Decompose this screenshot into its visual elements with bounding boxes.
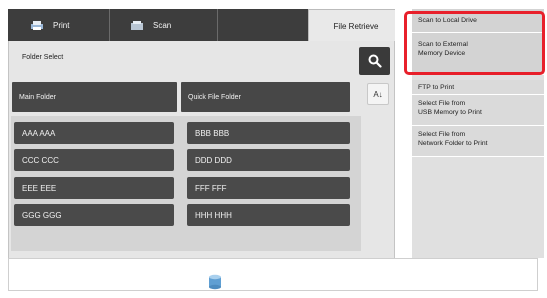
file-retrieve-panel: Folder Select Main Folder Quick File Fol…	[8, 41, 395, 258]
database-icon[interactable]	[208, 274, 222, 290]
ftp-to-print-button[interactable]: FTP to Print	[412, 80, 544, 95]
main-folder-label: Main Folder	[19, 93, 56, 101]
folder-item[interactable]: DDD DDD	[187, 149, 350, 171]
tab-bar: Print Scan File Retrieve	[8, 9, 403, 42]
folder-item-label: BBB BBB	[195, 128, 230, 138]
folder-item[interactable]: FFF FFF	[187, 177, 350, 199]
folder-item-label: HHH HHH	[195, 210, 232, 220]
folder-list: AAA AAA BBB BBB CCC CCC DDD DDD EEE EEE …	[11, 116, 361, 251]
folder-item-label: GGG GGG	[22, 210, 62, 220]
printer-icon	[30, 20, 44, 31]
tab-file-retrieve-label: File Retrieve	[333, 21, 379, 31]
folder-item[interactable]: EEE EEE	[14, 177, 174, 199]
folder-item-label: DDD DDD	[195, 155, 232, 165]
tab-print[interactable]: Print	[8, 9, 110, 42]
main-folder-button[interactable]: Main Folder	[12, 82, 177, 112]
folder-item[interactable]: GGG GGG	[14, 204, 174, 226]
quick-file-folder-button[interactable]: Quick File Folder	[181, 82, 350, 112]
ftp-to-print-label: FTP to Print	[418, 84, 455, 91]
folder-item-label: CCC CCC	[22, 155, 59, 165]
bottom-bar	[8, 258, 538, 291]
folder-select-label: Folder Select	[22, 54, 64, 61]
folder-item-label: EEE EEE	[22, 183, 57, 193]
usb-memory-label-line2: USB Memory to Print	[418, 109, 482, 116]
quick-file-folder-label: Quick File Folder	[188, 93, 241, 101]
folder-item-label: FFF FFF	[195, 183, 227, 193]
folder-item[interactable]: AAA AAA	[14, 122, 174, 144]
tab-file-retrieve[interactable]: File Retrieve	[308, 9, 403, 42]
usb-memory-print-button[interactable]: Select File from USB Memory to Print	[412, 95, 544, 126]
highlight-frame	[404, 11, 545, 75]
sort-icon: A↓	[373, 89, 383, 99]
search-button[interactable]	[359, 47, 390, 75]
folder-item[interactable]: BBB BBB	[187, 122, 350, 144]
network-folder-label-line1: Select File from	[418, 131, 466, 138]
sort-button[interactable]: A↓	[367, 83, 389, 105]
search-icon	[368, 54, 382, 68]
tab-print-label: Print	[53, 21, 70, 30]
tab-bar-filler	[218, 9, 308, 42]
tab-scan[interactable]: Scan	[110, 9, 218, 42]
usb-memory-label-line1: Select File from	[418, 100, 466, 107]
tab-scan-label: Scan	[153, 21, 172, 30]
network-folder-label-line2: Network Folder to Print	[418, 140, 488, 147]
folder-item-label: AAA AAA	[22, 128, 56, 138]
folder-item[interactable]: HHH HHH	[187, 204, 350, 226]
scanner-icon	[130, 20, 144, 31]
network-folder-print-button[interactable]: Select File from Network Folder to Print	[412, 126, 544, 157]
folder-item[interactable]: CCC CCC	[14, 149, 174, 171]
